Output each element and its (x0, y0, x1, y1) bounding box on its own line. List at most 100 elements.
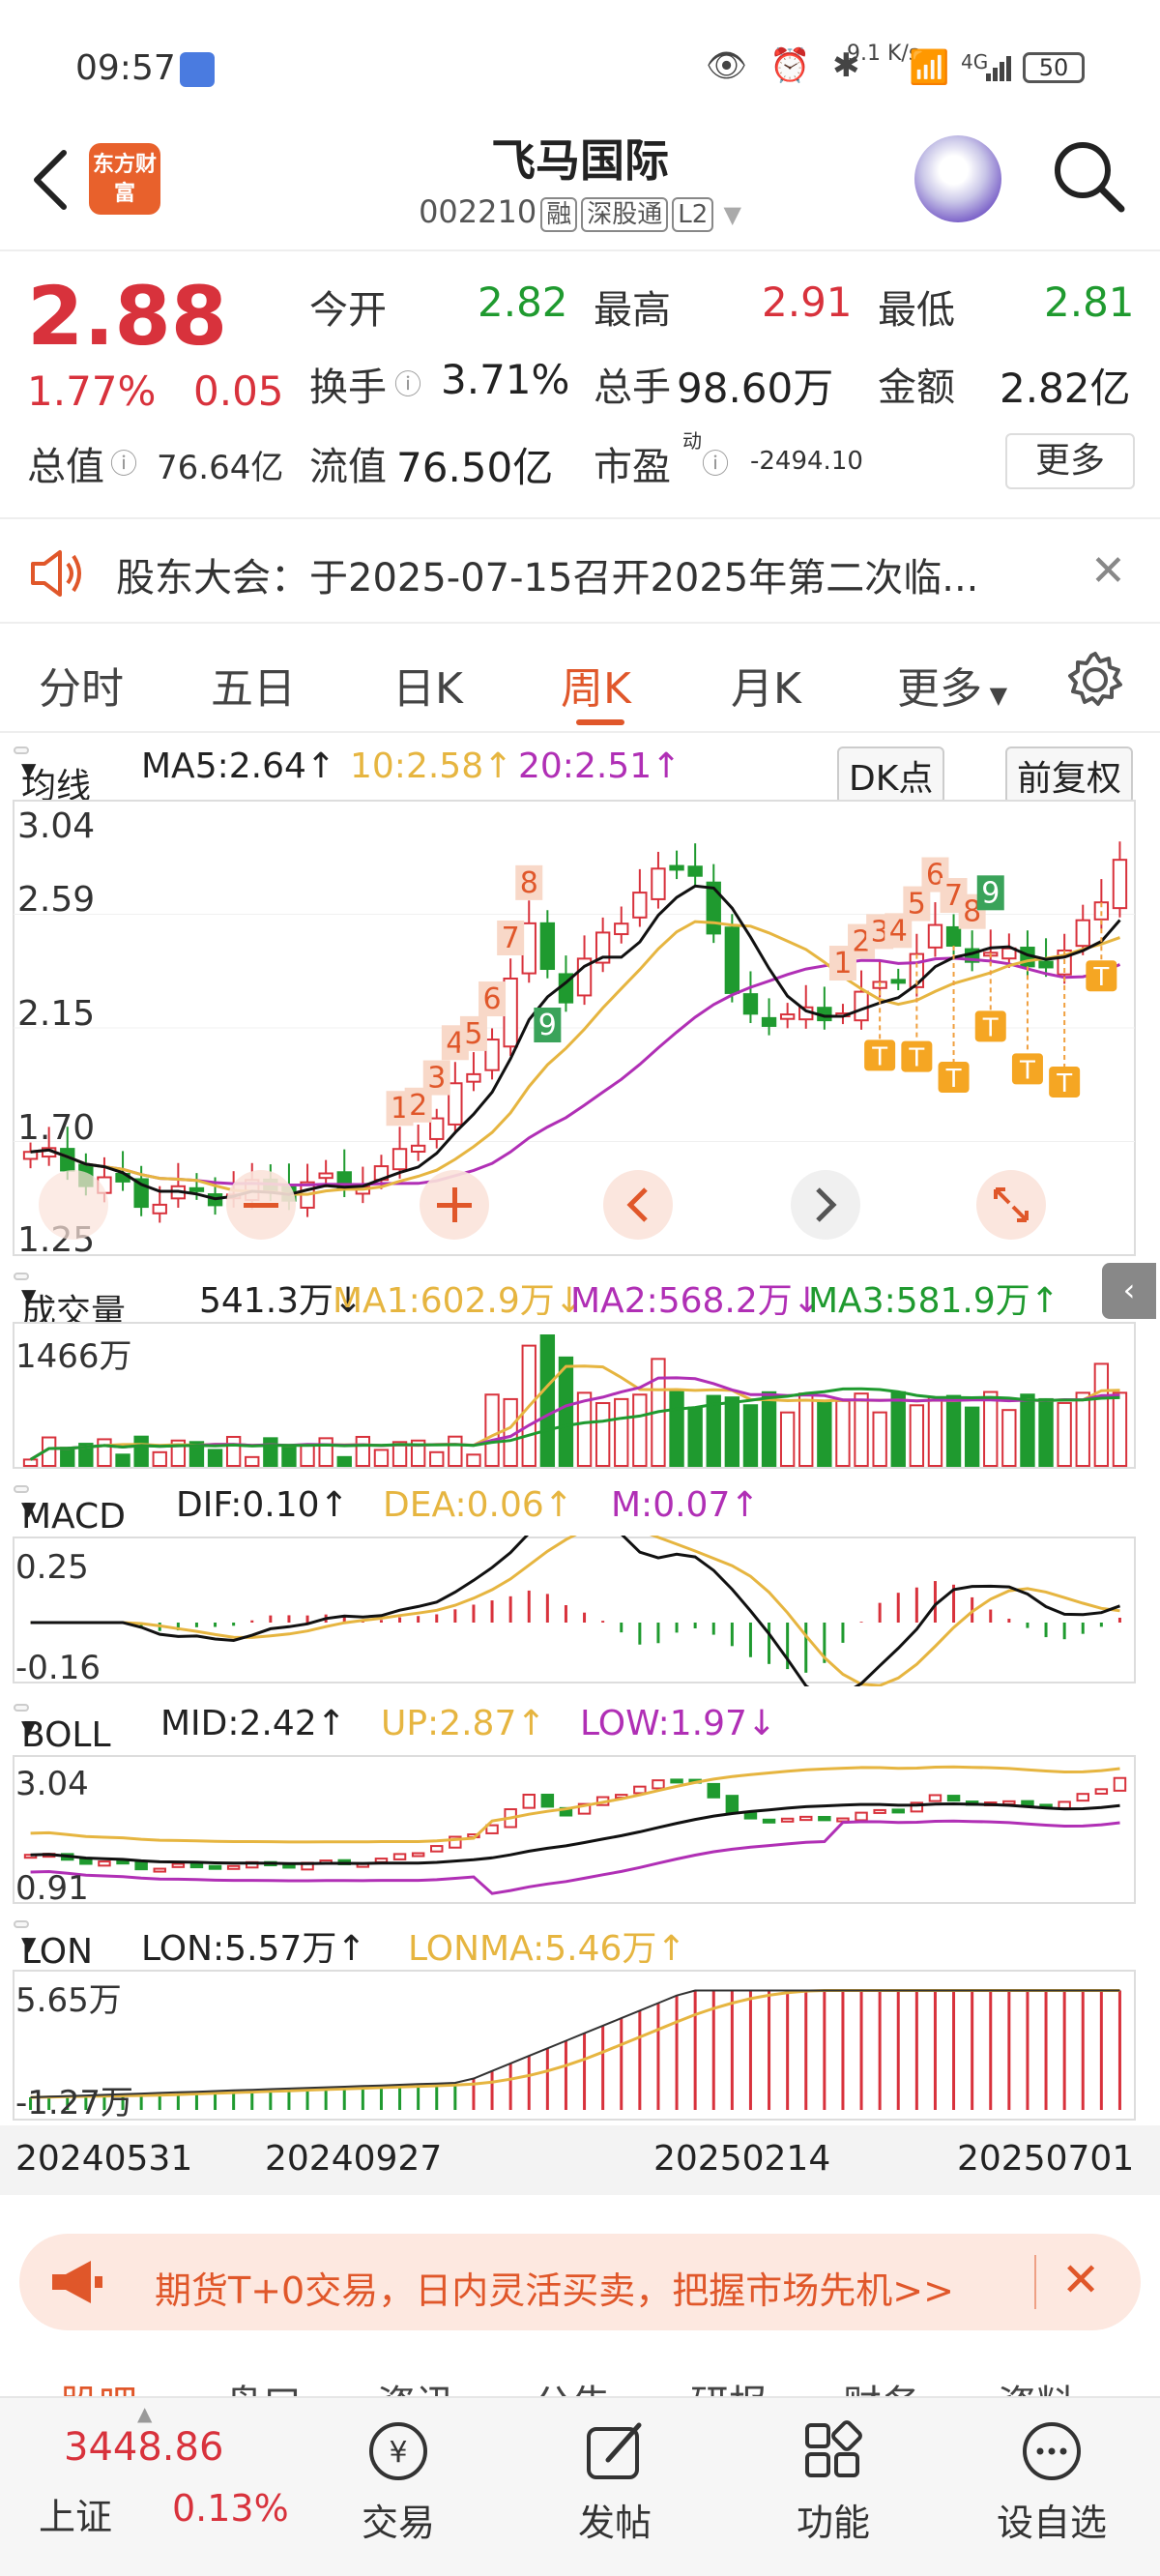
candle (1038, 960, 1054, 969)
tab-news[interactable]: 资讯 (377, 2373, 454, 2398)
boll-chart[interactable]: 3.04 0.91 (0, 1754, 1160, 1907)
boll-candle (153, 1867, 166, 1873)
post-button[interactable]: 发帖 (547, 2417, 682, 2546)
tab-profile[interactable]: 资料 (998, 2373, 1075, 2398)
tab-five-day[interactable]: 五日 (211, 654, 296, 716)
date-tick: 20240927 (265, 2139, 443, 2179)
close-icon[interactable]: ✕ (1090, 546, 1126, 596)
add-watchlist-button[interactable]: 设自选 (984, 2417, 1119, 2546)
volume-bar (983, 1390, 999, 1467)
volume-bar (318, 1437, 334, 1467)
volume-bar (1038, 1397, 1054, 1467)
macd-chart[interactable]: 0.25 -0.16 (0, 1536, 1160, 1686)
volume-bar (336, 1455, 352, 1468)
lon-legend-row: LON ▼ LON:5.57万↑ LONMA:5.46万↑ (0, 1911, 1160, 1972)
candle (152, 1203, 167, 1215)
boll-candle (134, 1860, 148, 1871)
status-time: 09:57 (75, 48, 176, 88)
battery-icon: 50 (1023, 52, 1085, 83)
tab-more[interactable]: 更多 ▼ (897, 654, 1007, 716)
adjust-button[interactable]: 前复权 (1005, 746, 1134, 805)
volume-selector[interactable]: 成交量 ▼ (14, 1273, 126, 1332)
macd-selector-label: MACD (21, 1497, 126, 1537)
lon-chart[interactable]: 5.65万 -1.27万 (0, 1969, 1160, 2123)
add-watchlist-label: 设自选 (996, 2502, 1107, 2544)
trade-button[interactable]: ¥ 交易 (331, 2417, 466, 2546)
tab-monthly-k[interactable]: 月K (731, 654, 801, 716)
td-marker-label: 7 (502, 922, 520, 955)
candle (429, 1117, 445, 1140)
boll-candle (928, 1794, 942, 1802)
gear-icon[interactable] (1063, 648, 1127, 712)
more-quote-button[interactable]: 更多 (1005, 433, 1135, 489)
tag-connect: 深股通 (581, 197, 669, 232)
boll-legend-row: BOLL ▼ MID:2.42↑ UP:2.87↑ LOW:1.97↓ (0, 1694, 1160, 1755)
tab-guba[interactable]: 股吧 (60, 2373, 137, 2398)
ma-selector[interactable]: 均线 ▼ (14, 746, 91, 806)
info-icon[interactable]: ⓘ (702, 443, 729, 482)
tab-announcement[interactable]: 公告 (534, 2373, 611, 2398)
boll-candle (707, 1782, 720, 1799)
volume-chart[interactable]: 1466万 (0, 1321, 1160, 1472)
trade-icon: ¥ (364, 2417, 432, 2485)
y-tick: 1.70 (17, 1108, 95, 1148)
collapse-panel-icon[interactable]: ‹ (1102, 1263, 1156, 1319)
last-price: 2.88 (27, 269, 228, 364)
candle (1112, 859, 1128, 910)
chevron-down-icon: ▼ (982, 682, 1008, 709)
boll-candle (652, 1779, 665, 1790)
lon-selector[interactable]: LON ▼ (14, 1920, 93, 1972)
candle (484, 1039, 500, 1071)
function-button[interactable]: 功能 (766, 2417, 901, 2546)
candle (890, 979, 906, 984)
candle (466, 1072, 481, 1083)
promo-banner[interactable]: 期货T+0交易，日内灵活买卖，把握市场先机>> ✕ (19, 2234, 1141, 2330)
candle (614, 922, 629, 936)
dk-point-button[interactable]: DK点 (837, 746, 945, 805)
candle (779, 1013, 796, 1020)
tab-weekly-k[interactable]: 周K (561, 654, 631, 716)
candle (927, 923, 943, 949)
open-value: 2.82 (478, 278, 568, 326)
signal-t-label: T (908, 1044, 924, 1073)
high-value: 2.91 (762, 278, 853, 326)
tab-research[interactable]: 研报 (690, 2373, 768, 2398)
status-bar: 09:57 👁 ⏰ ✱ 9.1 K/s 📶 4G 50 (0, 0, 1160, 135)
signal-t-label: T (1019, 1056, 1035, 1085)
volume-bar (742, 1404, 759, 1467)
close-icon[interactable]: ✕ (1061, 2253, 1100, 2307)
candle (651, 867, 666, 900)
macd-dif: DIF:0.10↑ (176, 1485, 349, 1525)
volume-bar (614, 1397, 629, 1467)
macd-selector[interactable]: MACD ▼ (14, 1485, 126, 1537)
boll-y-top: 3.04 (15, 1765, 89, 1803)
promo-divider (1034, 2255, 1036, 2309)
tag-l2: L2 (672, 197, 714, 232)
boll-candle (430, 1845, 444, 1853)
info-icon[interactable]: ⓘ (394, 364, 421, 402)
boll-candle (891, 1808, 905, 1814)
tab-finance[interactable]: 财务 (843, 2373, 920, 2398)
index-ticker[interactable]: 3448.86 上证 0.13% (0, 2398, 290, 2576)
tab-intraday[interactable]: 分时 (39, 654, 124, 716)
candle (724, 926, 740, 994)
tab-daily-k[interactable]: 日K (392, 654, 463, 716)
boll-candle (226, 1864, 241, 1870)
boll-candle (1094, 1788, 1109, 1795)
tab-pankou[interactable]: 盘口 (224, 2373, 302, 2398)
lon-y-bottom: -1.27万 (15, 2084, 133, 2122)
float-cap-label: 流值 (309, 445, 387, 489)
boll-selector[interactable]: BOLL ▼ (14, 1704, 111, 1755)
search-icon[interactable] (1050, 137, 1127, 215)
boll-candle (633, 1785, 647, 1795)
volume-bar (429, 1450, 445, 1467)
low-label: 最低 (878, 288, 955, 333)
kline-chart[interactable]: 3.04 2.59 2.15 1.70 1.25 1 234 567812 3 4567… (0, 799, 1160, 1263)
info-icon[interactable]: ⓘ (110, 443, 137, 482)
notice-bar[interactable]: 股东大会：于2025-07-15召开2025年第二次临... ✕ (0, 517, 1160, 624)
assistant-robot-icon[interactable] (914, 135, 1001, 222)
boll-candle (725, 1795, 740, 1814)
header-divider (0, 249, 1160, 251)
macd-dea: DEA:0.06↑ (383, 1485, 573, 1525)
speaker-icon (27, 546, 85, 600)
